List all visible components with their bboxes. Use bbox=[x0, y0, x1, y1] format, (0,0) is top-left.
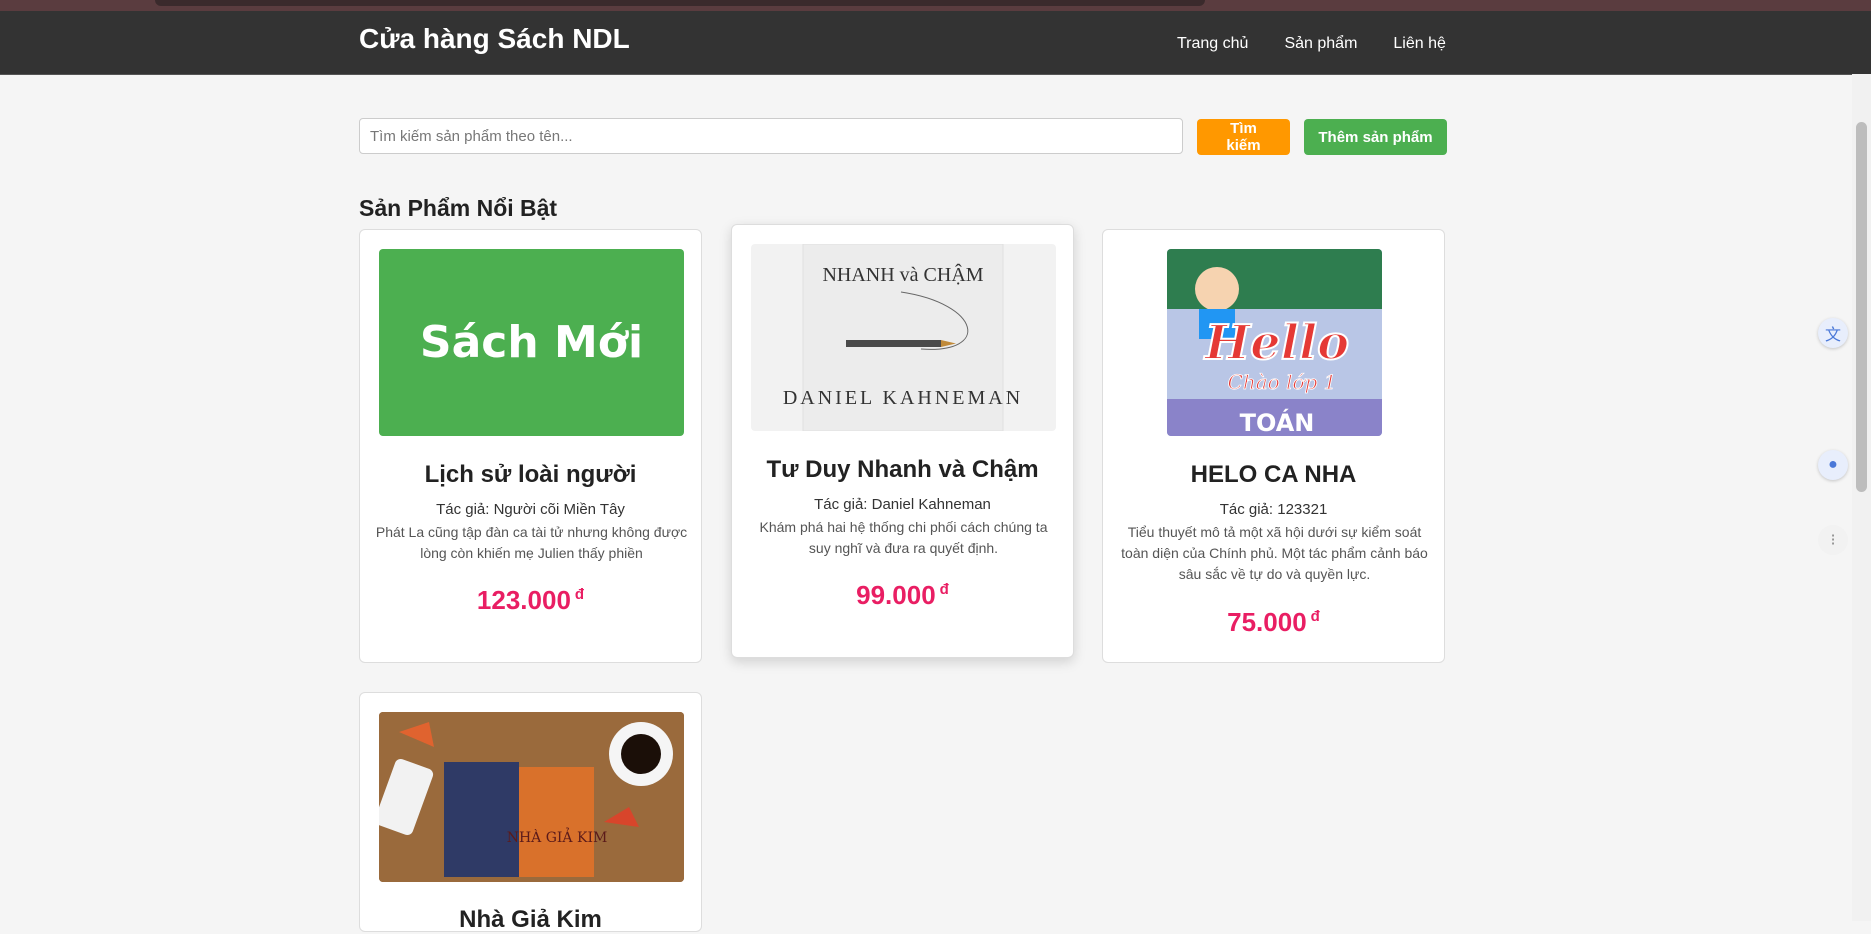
add-product-button[interactable]: Thêm sản phẩm bbox=[1304, 119, 1447, 155]
cover-subtitle-text: Chào lớp 1 bbox=[1228, 370, 1337, 394]
search-row: Tìm kiếm Thêm sản phẩm bbox=[359, 118, 1447, 156]
cover-title-text: NHANH và CHẬM bbox=[822, 263, 983, 286]
product-title: HELO CA NHA bbox=[1190, 461, 1357, 488]
cover-author-text: DANIEL KAHNEMAN bbox=[783, 387, 1023, 409]
product-description: Khám phá hai hệ thống chi phối cách chún… bbox=[759, 519, 1048, 556]
nav-link-contact[interactable]: Liên hệ bbox=[1393, 35, 1446, 53]
product-title: Lịch sử loài người bbox=[424, 461, 637, 488]
product-title: Nhà Giả Kim bbox=[459, 906, 602, 933]
product-price: 75.000 đ bbox=[1103, 607, 1444, 638]
currency-symbol: đ bbox=[939, 581, 949, 598]
book-cover-art: Hello Chào lớp 1 TOÁN bbox=[1167, 249, 1382, 436]
price-value: 99.000 bbox=[856, 580, 936, 610]
price-value: 123.000 bbox=[476, 585, 571, 615]
product-image: Sách Mới bbox=[379, 249, 684, 436]
vertical-scrollbar[interactable] bbox=[1852, 74, 1871, 921]
currency-symbol: đ bbox=[1310, 608, 1320, 625]
product-card[interactable]: NHANH và CHẬM DANIEL KAHNEMAN Tư Duy Nha… bbox=[731, 224, 1074, 658]
price-value: 75.000 bbox=[1227, 607, 1307, 637]
product-author: Tác giả: Daniel Kahneman bbox=[814, 496, 991, 513]
book-cover-art: NHÀ GIẢ KIM bbox=[379, 712, 684, 882]
product-card[interactable]: Hello Chào lớp 1 TOÁN HELO CA NHA Tác gi… bbox=[1102, 229, 1445, 663]
cover-title-text: Hello bbox=[1203, 315, 1349, 371]
scrollbar-thumb[interactable] bbox=[1856, 122, 1867, 492]
product-author: Tác giả: 123321 bbox=[1219, 501, 1328, 518]
book-cover-art: NHANH và CHẬM DANIEL KAHNEMAN bbox=[783, 244, 1023, 431]
translate-icon[interactable]: 文 bbox=[1818, 318, 1848, 348]
nav-link-home[interactable]: Trang chủ bbox=[1177, 35, 1248, 53]
cover-subject-text: TOÁN bbox=[1240, 408, 1315, 436]
nav-links: Trang chủ Sản phẩm Liên hệ bbox=[1177, 35, 1482, 53]
product-card[interactable]: NHÀ GIẢ KIM Nhà Giả Kim bbox=[359, 692, 702, 933]
product-image: Hello Chào lớp 1 TOÁN bbox=[1167, 249, 1382, 436]
product-price: 99.000 đ bbox=[732, 580, 1073, 611]
product-price: 123.000 đ bbox=[360, 585, 701, 616]
product-description: Tiểu thuyết mô tả một xã hội dưới sự kiể… bbox=[1121, 524, 1428, 582]
site-brand[interactable]: Cửa hàng Sách NDL bbox=[359, 23, 630, 55]
product-description: Phát La cũng tập đàn ca tài tử nhưng khô… bbox=[375, 524, 688, 561]
new-book-label: Sách Mới bbox=[419, 317, 644, 368]
product-author: Tác giả: Người cõi Miền Tây bbox=[436, 501, 625, 518]
currency-symbol: đ bbox=[574, 586, 585, 603]
extension-icon[interactable]: ⁝ bbox=[1818, 525, 1848, 555]
product-image: NHÀ GIẢ KIM bbox=[379, 712, 684, 882]
search-button[interactable]: Tìm kiếm bbox=[1197, 119, 1290, 155]
product-card[interactable]: Sách Mới Lịch sử loài người Tác giả: Ngư… bbox=[359, 229, 702, 663]
browser-top-strip bbox=[0, 0, 1871, 11]
nav-link-products[interactable]: Sản phẩm bbox=[1284, 35, 1357, 53]
water-drop-icon[interactable]: ● bbox=[1818, 450, 1848, 480]
search-input[interactable] bbox=[359, 118, 1183, 154]
product-title: Tư Duy Nhanh và Chậm bbox=[766, 456, 1039, 483]
section-title: Sản Phẩm Nổi Bật bbox=[359, 195, 558, 221]
navbar: Cửa hàng Sách NDL Trang chủ Sản phẩm Liê… bbox=[0, 11, 1871, 75]
product-image: NHANH và CHẬM DANIEL KAHNEMAN bbox=[751, 244, 1056, 431]
